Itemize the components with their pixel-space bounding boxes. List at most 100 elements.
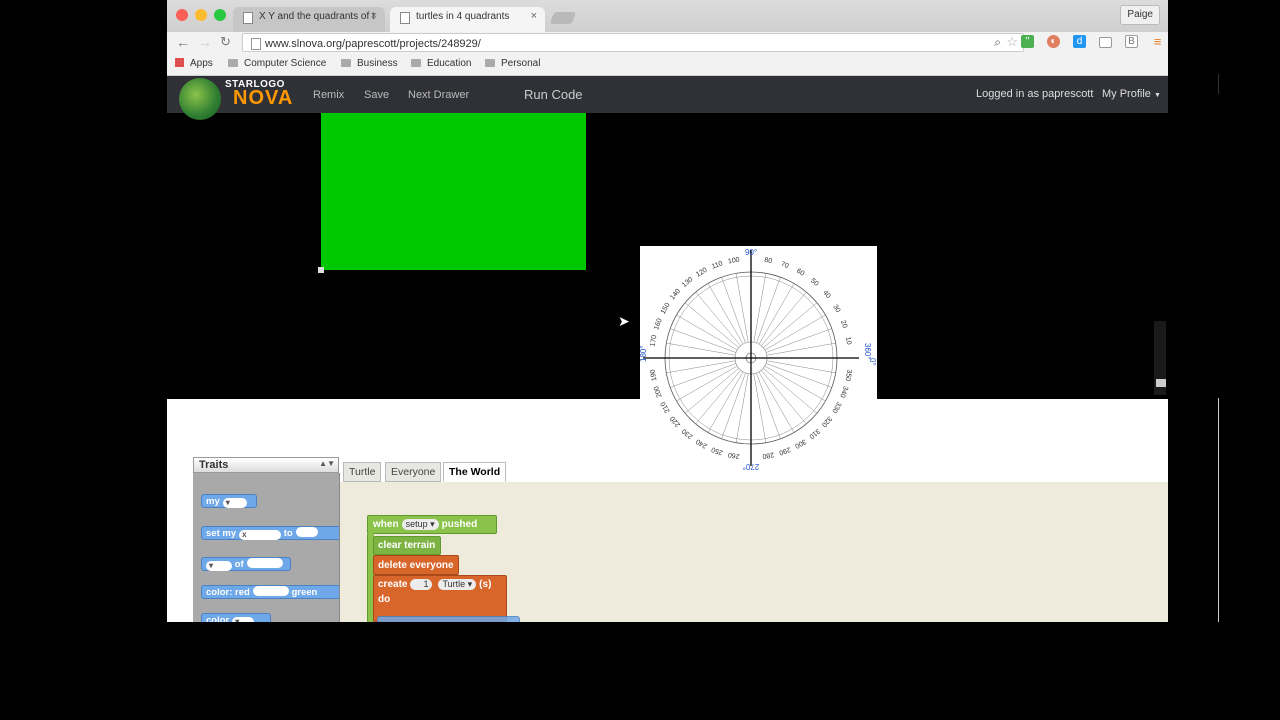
next-drawer-link[interactable]: Next Drawer: [408, 89, 469, 101]
b-extension-icon[interactable]: B: [1125, 35, 1138, 48]
url-input[interactable]: [263, 34, 967, 53]
bookmark-label: Business: [357, 58, 398, 69]
apps-icon: [175, 58, 184, 67]
create-turtles-block[interactable]: create 1 Turtle ▾ (s) do: [373, 575, 507, 622]
page-icon: [243, 12, 253, 24]
save-link[interactable]: Save: [364, 89, 389, 101]
bookmark-education[interactable]: Education: [411, 58, 471, 69]
block-slot[interactable]: ▾: [206, 561, 232, 571]
address-bar[interactable]: ⌕ ☆: [242, 33, 1024, 53]
page-icon: [400, 12, 410, 24]
tab-xy-quadrants[interactable]: X Y and the quadrants of t ×: [233, 7, 385, 32]
block-label: (s): [479, 579, 492, 590]
back-icon[interactable]: ←: [176, 34, 190, 50]
reload-icon[interactable]: ↻: [220, 34, 231, 50]
folder-icon: [485, 59, 495, 67]
block-label: to: [283, 528, 293, 539]
when-setup-pushed-block[interactable]: when setup ▾ pushed: [367, 515, 497, 534]
bookmark-label: Apps: [190, 58, 213, 69]
block-label: when: [373, 519, 399, 530]
profile-user-button[interactable]: Paige: [1120, 5, 1160, 25]
block-label: pushed: [441, 519, 478, 530]
block-label: color: [206, 615, 230, 622]
color-block[interactable]: color ▾: [201, 613, 271, 622]
forward-icon[interactable]: →: [198, 34, 212, 50]
run-code-button[interactable]: Run Code: [524, 87, 583, 102]
block-palette: my ▾ set my x to ▾ of color: red green col…: [193, 473, 340, 622]
extension-icon[interactable]: ◐: [1047, 35, 1060, 48]
starlogo-logo[interactable]: [179, 78, 221, 120]
minimize-window-button[interactable]: [195, 9, 207, 21]
tab-turtle[interactable]: Turtle: [343, 462, 382, 482]
new-tab-button[interactable]: [549, 12, 577, 24]
block-slot[interactable]: [252, 586, 289, 596]
block-slot[interactable]: ▾: [232, 617, 255, 622]
of-block[interactable]: ▾ of: [201, 557, 291, 571]
cast-icon[interactable]: [1099, 37, 1112, 48]
label-180: 180°: [640, 345, 648, 362]
create-count-field[interactable]: 1: [410, 579, 433, 590]
tab-strip: X Y and the quadrants of t × turtles in …: [167, 0, 1168, 32]
bookmark-personal[interactable]: Personal: [485, 58, 540, 69]
tab-the-world[interactable]: The World: [443, 462, 507, 482]
degree-tick-label: 10: [844, 336, 852, 345]
my-profile-label: My Profile: [1102, 88, 1151, 100]
my-block[interactable]: my ▾: [201, 494, 257, 508]
dropdown-value: Turtle: [442, 579, 466, 589]
block-slot[interactable]: [295, 527, 318, 537]
tab-close-icon[interactable]: ×: [531, 10, 537, 22]
block-label: of: [234, 559, 244, 570]
block-label: set my: [206, 528, 237, 539]
menu-icon[interactable]: ≡: [1151, 35, 1164, 48]
block-slot[interactable]: [246, 558, 283, 568]
d-extension-icon[interactable]: d: [1073, 35, 1086, 48]
block-slot[interactable]: ▾: [222, 498, 247, 508]
close-window-button[interactable]: [176, 9, 188, 21]
window-edge: [1218, 398, 1219, 622]
scroll-thumb[interactable]: [1156, 379, 1166, 387]
setup-dropdown[interactable]: setup ▾: [401, 519, 439, 530]
logged-in-status: Logged in as paprescott: [976, 88, 1094, 100]
degree-tick-label: 300: [793, 437, 807, 449]
window-edge: [1218, 74, 1219, 94]
color-rgb-block[interactable]: color: red green: [201, 585, 339, 599]
degree-tick-label: 280: [762, 451, 775, 460]
tab-close-icon[interactable]: ×: [371, 10, 377, 22]
hangouts-extension-icon[interactable]: ": [1021, 35, 1034, 48]
set-my-size-block[interactable]: [377, 616, 520, 622]
tab-title: X Y and the quadrants of t: [259, 11, 375, 22]
degree-tick-label: 310: [808, 427, 822, 440]
script-workspace[interactable]: when setup ▾ pushed clear terrain delete e…: [340, 482, 1168, 622]
degree-tick-label: 260: [727, 451, 740, 460]
zoom-window-button[interactable]: [214, 9, 226, 21]
block-slot[interactable]: x: [239, 530, 282, 540]
tab-everyone[interactable]: Everyone: [385, 462, 442, 482]
block-label: green: [291, 587, 318, 598]
protractor-overlay: 1020304050607080100110120130140150160170…: [640, 246, 877, 471]
degree-tick-label: 240: [695, 437, 709, 449]
breed-dropdown[interactable]: Turtle ▾: [438, 579, 477, 590]
block-label: create: [378, 579, 408, 590]
set-my-block[interactable]: set my x to: [201, 526, 339, 540]
delete-everyone-block[interactable]: delete everyone: [373, 555, 459, 575]
bookmark-computer-science[interactable]: Computer Science: [228, 58, 326, 69]
bookmark-apps[interactable]: Apps: [175, 58, 213, 69]
stage-scrollbar[interactable]: [1154, 321, 1166, 395]
search-icon[interactable]: ⌕: [994, 35, 1001, 50]
folder-icon: [341, 59, 351, 67]
block-label: do: [378, 594, 391, 605]
bookmark-star-icon[interactable]: ☆: [1006, 34, 1018, 50]
block-label: clear terrain: [378, 540, 436, 551]
block-label: color: red: [206, 587, 250, 598]
my-profile-menu[interactable]: My Profile ▼: [1102, 88, 1161, 100]
degree-tick-label: 80: [764, 257, 773, 265]
tab-turtles-quadrants[interactable]: turtles in 4 quadrants ×: [390, 7, 545, 32]
tab-title: turtles in 4 quadrants: [416, 11, 510, 22]
clear-terrain-block[interactable]: clear terrain: [373, 536, 441, 555]
remix-link[interactable]: Remix: [313, 89, 344, 101]
folder-icon: [411, 59, 421, 67]
label-360: 360°: [863, 343, 872, 360]
green-terrain: [321, 113, 586, 270]
traits-dropdown[interactable]: Traits ▲▼: [193, 457, 339, 473]
bookmark-business[interactable]: Business: [341, 58, 398, 69]
